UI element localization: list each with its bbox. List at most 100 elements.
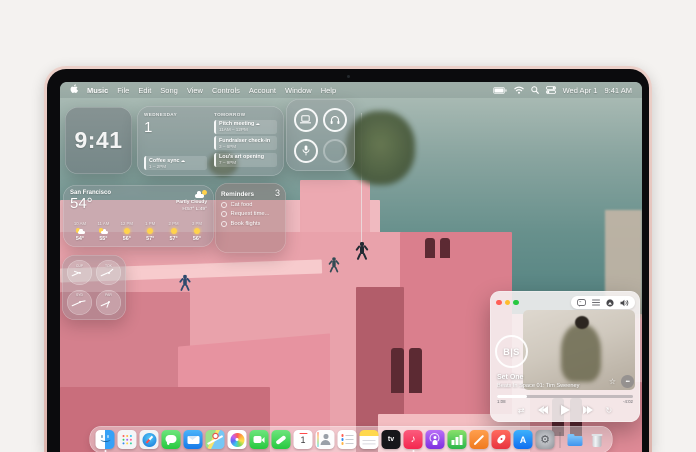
tree: [346, 111, 415, 185]
reminder-item: Request time...: [221, 211, 280, 217]
dock-icon-photos[interactable]: [227, 430, 247, 449]
reminders-count: 3: [274, 188, 280, 198]
weather-widget[interactable]: San Francisco 54° Partly Cloudy H:57° L:…: [63, 185, 214, 247]
dock-icon-pages[interactable]: [469, 430, 489, 449]
track-subtitle: Beats In Space 01: Tim Sweeney: [497, 383, 580, 389]
previous-button[interactable]: [537, 406, 548, 414]
reminders-title: Reminders: [221, 191, 255, 198]
reminder-checkbox[interactable]: [221, 211, 227, 217]
menu-view[interactable]: View: [187, 86, 203, 95]
clock-tokyo: TOK: [96, 260, 121, 286]
weather-condition: Partly Cloudy: [176, 200, 207, 205]
dock-icon-notes[interactable]: [359, 430, 379, 449]
reminders-widget[interactable]: Reminders 3 Cat food Request time... Boo…: [215, 183, 286, 253]
album-logo: B|S: [495, 335, 528, 368]
menu-music[interactable]: Music: [87, 86, 108, 95]
dock-icon-trash[interactable]: [588, 430, 607, 449]
dock-icon-contacts[interactable]: [315, 430, 335, 449]
playback-controls: ⇄ ↻: [490, 402, 640, 418]
headphones-icon: [330, 115, 340, 124]
dock-icon-podcasts[interactable]: [425, 430, 445, 449]
calendar-event[interactable]: Lou's art opening 7 – 9PM: [214, 152, 277, 167]
shuffle-button[interactable]: ⇄: [518, 406, 525, 415]
close-button[interactable]: [496, 299, 502, 306]
partly-cloudy-icon: [75, 228, 85, 234]
menu-help[interactable]: Help: [321, 86, 336, 95]
dock-icon-reminders[interactable]: [337, 430, 357, 449]
clock-paris: PAR: [96, 289, 121, 315]
laptop-device-frame: Music File Edit Song View Controls Accou…: [44, 66, 652, 452]
dock-icon-settings[interactable]: [535, 430, 555, 449]
next-button[interactable]: [582, 406, 593, 414]
marketing-canvas: Music File Edit Song View Controls Accou…: [0, 0, 696, 452]
wifi-icon[interactable]: [513, 86, 524, 94]
menubar-time[interactable]: 9:41 AM: [604, 86, 632, 95]
empty-ring-button[interactable]: [323, 138, 348, 163]
dock-icon-rocket-app[interactable]: [491, 430, 511, 449]
dock-icon-calendar[interactable]: 1: [293, 430, 313, 449]
clock-time: 9:41: [74, 127, 123, 153]
control-center-icon[interactable]: [545, 86, 556, 94]
dock-icon-numbers[interactable]: [447, 430, 467, 449]
menu-controls[interactable]: Controls: [212, 86, 240, 95]
calendar-widget[interactable]: WEDNESDAY 1 Coffee sync☁ 1 – 2PM TOMORRO…: [137, 106, 284, 176]
dock-icon-maps[interactable]: [205, 430, 225, 449]
dock-icon-downloads-folder[interactable]: [566, 430, 585, 449]
calendar-date: 1: [144, 118, 153, 136]
dock-icon-facetime[interactable]: [249, 430, 269, 449]
queue-icon[interactable]: [592, 299, 600, 306]
dock-icon-app-store[interactable]: A: [513, 430, 533, 449]
calendar-tomorrow-label: TOMORROW: [214, 112, 246, 117]
player-toolbar: “: [571, 296, 635, 309]
zoom-button[interactable]: [513, 299, 519, 306]
more-button[interactable]: •••: [621, 375, 634, 388]
microphone-button[interactable]: [293, 138, 318, 163]
menu-account[interactable]: Account: [249, 86, 276, 95]
display-mirroring-button[interactable]: [293, 107, 318, 132]
star-icon[interactable]: ☆: [609, 377, 616, 386]
dock: 1 tv A: [89, 426, 613, 452]
dock-icon-phone[interactable]: [271, 430, 291, 449]
calendar-day-label: WEDNESDAY: [144, 112, 178, 117]
play-button[interactable]: [560, 405, 570, 415]
menu-song[interactable]: Song: [160, 86, 178, 95]
menu-edit[interactable]: Edit: [138, 86, 151, 95]
dock-icon-safari[interactable]: [139, 430, 159, 449]
calendar-event[interactable]: Fundraiser check-in 3 – 6PM: [214, 136, 277, 150]
dock-divider: [559, 431, 561, 448]
lyrics-icon[interactable]: “: [577, 298, 586, 307]
dock-icon-music[interactable]: [403, 430, 423, 452]
menu-file[interactable]: File: [117, 86, 129, 95]
battery-icon[interactable]: [492, 86, 507, 94]
album-art: [523, 310, 635, 390]
svg-text:“: “: [579, 300, 581, 305]
sun-icon: [193, 228, 200, 234]
dock-icon-launchpad[interactable]: [117, 430, 137, 449]
search-icon[interactable]: [530, 86, 539, 94]
weather-hour: 2 PM 57°: [168, 221, 179, 242]
dock-icon-mail[interactable]: [183, 430, 203, 449]
dock-icon-messages[interactable]: [161, 430, 181, 449]
headphones-button[interactable]: [323, 107, 348, 132]
menubar-date[interactable]: Wed Apr 1: [563, 86, 598, 95]
weather-temperature: 54°: [70, 195, 93, 212]
calendar-event[interactable]: Coffee sync☁ 1 – 2PM: [144, 156, 207, 170]
minimize-button[interactable]: [504, 299, 510, 306]
microphone-icon: [302, 145, 310, 156]
reminder-checkbox[interactable]: [221, 220, 227, 227]
dock-icon-finder[interactable]: [95, 430, 115, 452]
dock-icon-tv[interactable]: tv: [381, 430, 401, 449]
progress-bar[interactable]: [497, 395, 633, 398]
sun-icon: [123, 228, 130, 234]
repeat-button[interactable]: ↻: [606, 406, 613, 415]
calendar-event[interactable]: Pitch meeting☁ 11AM – 12PM: [214, 119, 277, 134]
reminder-checkbox[interactable]: [221, 201, 227, 208]
world-clock-widget[interactable]: CUP TOK SYD PAR: [62, 255, 126, 320]
clock-widget[interactable]: 9:41: [65, 107, 132, 174]
apple-menu[interactable]: [70, 84, 78, 96]
sun-icon: [147, 228, 154, 234]
volume-icon[interactable]: [620, 299, 629, 307]
airplay-icon[interactable]: [606, 298, 614, 307]
partly-cloudy-icon: [195, 190, 207, 198]
menu-window[interactable]: Window: [285, 86, 312, 95]
